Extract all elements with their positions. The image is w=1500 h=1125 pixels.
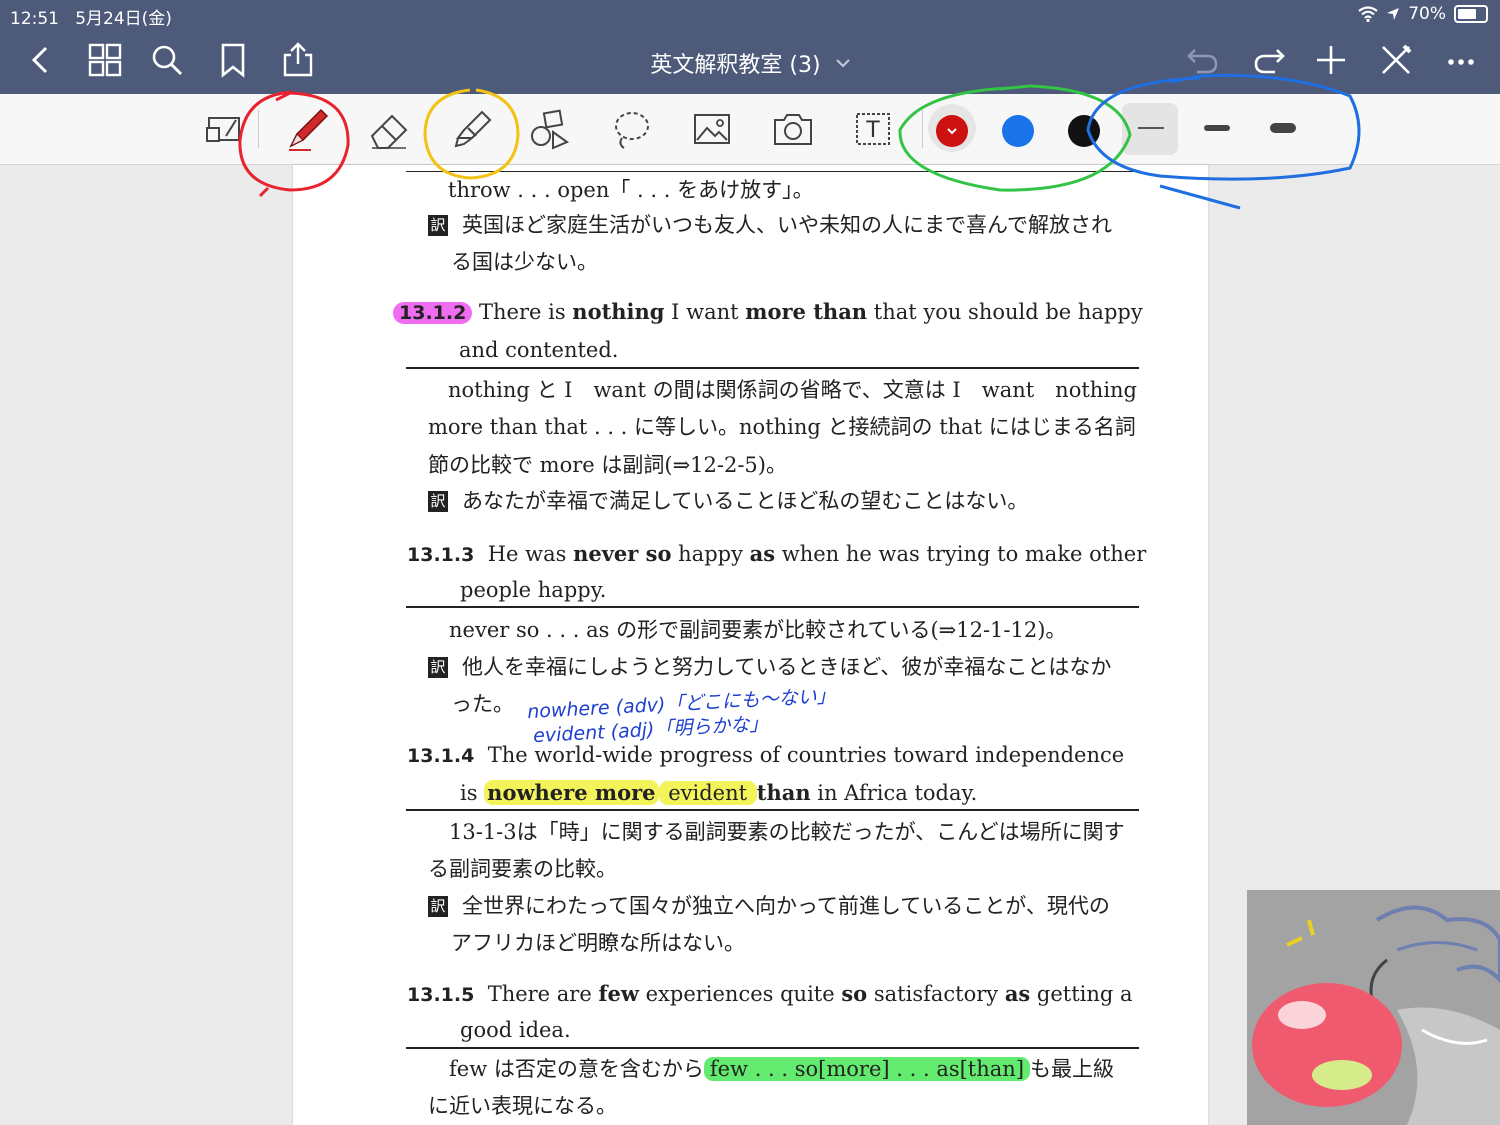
- close-pen-icon[interactable]: [1378, 42, 1414, 78]
- redo-icon[interactable]: [1251, 42, 1287, 78]
- s1-translation: 訳英国ほど家庭生活がいつも友人、いや未知の人にまで喜んで解放され: [428, 209, 1112, 239]
- note-line: 節の比較で more は副詞(⇒12-2-5)。: [428, 453, 787, 477]
- note-line: more than that . . . に等しい。nothing と接続詞の …: [428, 415, 1136, 439]
- top-line: throw . . . open「 . . . をあけ放す」。: [448, 178, 814, 202]
- note-line: nothing と I want の間は関係詞の省略で、文意は I want n…: [448, 378, 1138, 402]
- color-swatch-3[interactable]: [1068, 115, 1100, 147]
- highlight-few-so-as: few . . . so[more] . . . as[than]: [703, 1057, 1031, 1081]
- text-tool-icon[interactable]: T: [850, 106, 896, 152]
- translation-line: 訳全世界にわたって国々が独立へ向かって前進していることが、現代の: [428, 890, 1110, 920]
- yaku-label: 訳: [428, 896, 448, 917]
- translation-line: 訳他人を幸福にしようと努力しているときほど、彼が幸福なことはなか: [428, 651, 1111, 681]
- battery-percent: 70%: [1408, 4, 1446, 24]
- shapes-icon[interactable]: [527, 106, 573, 152]
- yaku-label: 訳: [428, 215, 448, 236]
- highlight-evident: evident: [658, 781, 757, 805]
- drawing-toolbar: T: [0, 94, 1500, 165]
- translation-line-cont: った。: [451, 692, 514, 716]
- translation-line-cont: アフリカほど明瞭な所はない。: [451, 931, 745, 955]
- note-line: る副詞要素の比較。: [428, 857, 617, 881]
- status-time-date: 12:51 5月24日(金): [10, 4, 172, 29]
- more-icon[interactable]: [1443, 42, 1479, 78]
- bookmark-icon[interactable]: [215, 42, 251, 78]
- sentence-13-1-4: 13.1.4 The world-wide progress of countr…: [407, 743, 1125, 767]
- chevron-down-icon: [947, 128, 957, 135]
- color-swatch-1[interactable]: [936, 115, 968, 147]
- status-right: 70%: [1358, 4, 1488, 24]
- note-line: few は否定の意を含むから few . . . so[more] . . . a…: [449, 1057, 1115, 1081]
- location-icon: [1387, 8, 1400, 20]
- stroke-width-thin[interactable]: [1138, 127, 1164, 129]
- search-icon[interactable]: [149, 42, 185, 78]
- section-rule: [406, 606, 1139, 608]
- sentence-number: 13.1.5: [407, 984, 475, 1006]
- sentence-number: 13.1.3: [407, 544, 475, 566]
- yaku-label: 訳: [428, 657, 448, 678]
- app-header: 12:51 5月24日(金) 70% 英文解釈教室 (3): [0, 0, 1500, 94]
- section-rule: [406, 1047, 1139, 1049]
- page-rule: [406, 171, 1137, 172]
- sentence-13-1-2: 13.1.2 There is nothing I want more than…: [393, 299, 1143, 324]
- text-tool-glyph: T: [865, 118, 880, 143]
- share-icon[interactable]: [280, 42, 316, 78]
- sentence-13-1-3: 13.1.3 He was never so happy as when he …: [407, 541, 1147, 566]
- apple-sticker-thumbnail[interactable]: [1247, 890, 1500, 1125]
- battery-icon: [1454, 5, 1488, 23]
- toolbar-divider: [258, 110, 259, 148]
- back-icon[interactable]: [22, 42, 58, 78]
- color-swatch-2[interactable]: [1002, 115, 1034, 147]
- status-date: 5月24日(金): [75, 9, 172, 29]
- stroke-width-thick[interactable]: [1270, 123, 1296, 133]
- note-line: never so . . . as の形で副詞要素が比較されている(⇒12-1-…: [449, 618, 1067, 642]
- section-rule: [406, 809, 1139, 811]
- sentence-line2: people happy.: [460, 578, 607, 602]
- stroke-width-medium[interactable]: [1204, 125, 1230, 131]
- sentence-line2: and contented.: [459, 338, 619, 362]
- sentence-line2: good idea.: [460, 1018, 571, 1042]
- yaku-label: 訳: [428, 491, 448, 512]
- chevron-down-icon[interactable]: [835, 58, 850, 68]
- sentence-13-1-5: 13.1.5 There are few experiences quite s…: [407, 981, 1133, 1006]
- lasso-icon[interactable]: [608, 106, 654, 152]
- note-line: に近い表現になる。: [428, 1094, 617, 1118]
- apple-sticker-image: [1247, 890, 1500, 1125]
- highlight-nowhere-more: nowhere more: [484, 780, 659, 805]
- selected-stroke-bg: [1122, 103, 1178, 155]
- undo-icon[interactable]: [1185, 42, 1221, 78]
- document-title[interactable]: 英文解釈教室 (3): [650, 53, 820, 78]
- section-rule: [406, 367, 1139, 369]
- document-page: throw . . . open「 . . . をあけ放す」。 訳英国ほど家庭生…: [293, 165, 1208, 1125]
- pen-icon[interactable]: [283, 104, 333, 154]
- grid-icon[interactable]: [87, 42, 123, 78]
- sentence-line2: is nowhere more evident than in Africa t…: [460, 780, 978, 805]
- add-icon[interactable]: [1313, 42, 1349, 78]
- sentence-number: 13.1.4: [407, 745, 475, 767]
- translation-line: 訳あなたが幸福で満足していることほど私の望むことはない。: [428, 485, 1028, 515]
- s1-translation-cont: る国は少ない。: [451, 250, 598, 274]
- note-line: 13-1-3は「時」に関する副詞要素の比較だったが、こんどは場所に関す: [449, 820, 1125, 844]
- sentence-number: 13.1.2: [393, 302, 473, 324]
- wifi-icon: [1358, 6, 1378, 22]
- camera-icon[interactable]: [770, 106, 816, 152]
- zoom-window-icon[interactable]: [200, 106, 246, 152]
- image-icon[interactable]: [689, 106, 735, 152]
- highlighter-icon[interactable]: [448, 106, 494, 152]
- toolbar-divider: [922, 110, 923, 148]
- eraser-icon[interactable]: [366, 106, 412, 152]
- status-time: 12:51: [10, 9, 59, 29]
